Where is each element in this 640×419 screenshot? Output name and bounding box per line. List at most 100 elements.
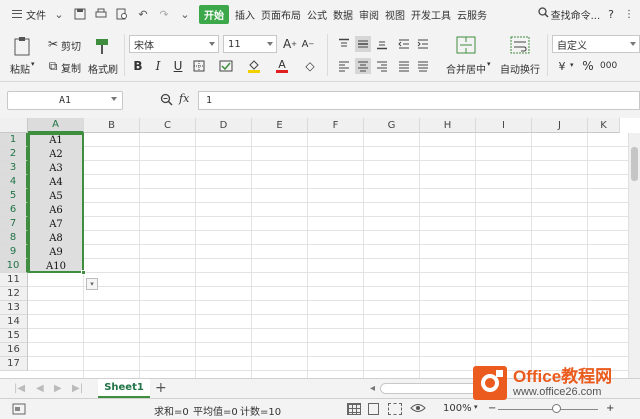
row-header-4[interactable]: 4 <box>0 175 28 189</box>
column-header-e[interactable]: E <box>252 118 308 133</box>
next-sheet-icon[interactable]: ▶ <box>54 383 62 394</box>
normal-view-icon[interactable] <box>347 403 361 415</box>
eye-protection-icon[interactable] <box>410 402 426 417</box>
tab-insert[interactable]: 插入 <box>235 7 255 22</box>
align-right-icon[interactable] <box>374 58 390 74</box>
paste-icon[interactable] <box>12 36 32 56</box>
zoom-slider-knob[interactable] <box>552 404 561 413</box>
zoom-level[interactable]: 100% <box>443 403 472 414</box>
cell-a5[interactable]: A5 <box>28 189 84 203</box>
cell-a6[interactable]: A6 <box>28 203 84 217</box>
zoom-out-button[interactable]: − <box>488 403 496 414</box>
file-menu[interactable]: 文件 <box>26 7 46 22</box>
tab-home[interactable]: 开始 <box>199 4 229 24</box>
scissors-icon[interactable]: ✂ <box>45 36 61 52</box>
zoom-icon[interactable] <box>160 93 173 109</box>
font-size-select[interactable]: 11 <box>223 35 277 53</box>
decrease-font-icon[interactable]: A − <box>300 36 316 52</box>
row-header-6[interactable]: 6 <box>0 203 28 217</box>
first-sheet-icon[interactable]: |◀ <box>14 383 25 394</box>
command-search[interactable]: 查找命令... <box>537 7 600 22</box>
column-header-k[interactable]: K <box>588 118 620 133</box>
menu-icon[interactable] <box>12 10 22 18</box>
tab-review[interactable]: 审阅 <box>359 7 379 22</box>
formula-input[interactable]: 1 <box>198 91 640 110</box>
cell-a8[interactable]: A8 <box>28 231 84 245</box>
conditional-icon[interactable] <box>218 58 234 74</box>
indent-increase-icon[interactable] <box>415 36 431 52</box>
cut-button[interactable]: 剪切 <box>61 38 81 53</box>
page-layout-view-icon[interactable] <box>368 403 379 415</box>
row-header-11[interactable]: 11 <box>0 273 28 287</box>
row-header-5[interactable]: 5 <box>0 189 28 203</box>
align-bottom-icon[interactable] <box>374 36 390 52</box>
name-box[interactable]: A1 <box>7 91 123 110</box>
chevron-down-icon[interactable]: ⌄ <box>52 7 66 21</box>
row-header-13[interactable]: 13 <box>0 301 28 315</box>
column-header-h[interactable]: H <box>420 118 476 133</box>
paste-button[interactable]: 粘贴 <box>10 61 30 76</box>
wrap-text-button[interactable]: 自动换行 <box>500 61 540 76</box>
print-icon[interactable] <box>94 7 108 21</box>
cell-a4[interactable]: A4 <box>28 175 84 189</box>
column-header-a[interactable]: A <box>28 118 84 133</box>
wrap-text-icon[interactable] <box>509 35 531 55</box>
increase-font-icon[interactable]: A + <box>282 36 298 52</box>
merge-center-button[interactable]: 合并居中 <box>446 61 486 76</box>
macro-icon[interactable] <box>12 403 26 418</box>
redo-icon[interactable]: ↷ <box>157 7 171 21</box>
format-painter-icon[interactable] <box>92 36 112 56</box>
fx-icon[interactable]: fx <box>179 92 189 105</box>
tab-formulas[interactable]: 公式 <box>307 7 327 22</box>
select-all-corner[interactable] <box>0 118 28 133</box>
copy-icon[interactable]: ⧉ <box>45 58 61 74</box>
row-header-7[interactable]: 7 <box>0 217 28 231</box>
paste-dropdown-icon[interactable]: ▾ <box>31 60 35 68</box>
bold-button[interactable]: B <box>130 58 146 74</box>
row-header-14[interactable]: 14 <box>0 315 28 329</box>
tab-data[interactable]: 数据 <box>333 7 353 22</box>
print-preview-icon[interactable] <box>115 7 129 21</box>
thousands-button[interactable]: 000 <box>600 61 617 71</box>
quick-access-more-icon[interactable]: ⌄ <box>178 7 192 21</box>
row-header-10[interactable]: 10 <box>0 259 28 273</box>
column-header-j[interactable]: J <box>532 118 588 133</box>
align-left-icon[interactable] <box>336 58 352 74</box>
tab-sheet1[interactable]: Sheet1 <box>98 379 150 398</box>
tab-developer[interactable]: 开发工具 <box>411 7 451 22</box>
row-header-9[interactable]: 9 <box>0 245 28 259</box>
font-name-select[interactable]: 宋体 <box>129 35 219 53</box>
zoom-slider[interactable] <box>498 409 598 410</box>
undo-icon[interactable]: ↶ <box>136 7 150 21</box>
horizontal-scrollbar[interactable] <box>380 383 480 394</box>
currency-icon[interactable]: ¥ <box>554 58 570 74</box>
tab-page-layout[interactable]: 页面布局 <box>261 7 301 22</box>
italic-button[interactable]: I <box>150 58 166 74</box>
fill-handle[interactable] <box>81 270 86 275</box>
chevron-down-icon[interactable]: ▾ <box>474 403 478 411</box>
save-icon[interactable] <box>73 7 87 21</box>
row-header-8[interactable]: 8 <box>0 231 28 245</box>
row-header-16[interactable]: 16 <box>0 343 28 357</box>
row-header-1[interactable]: 1 <box>0 133 28 147</box>
column-header-d[interactable]: D <box>196 118 252 133</box>
vertical-scrollbar[interactable] <box>628 133 640 378</box>
percent-button[interactable]: % <box>580 58 596 74</box>
row-header-17[interactable]: 17 <box>0 357 28 371</box>
align-center-icon[interactable] <box>355 58 371 74</box>
column-header-g[interactable]: G <box>364 118 420 133</box>
cell-a2[interactable]: A2 <box>28 147 84 161</box>
distributed-icon[interactable] <box>415 58 431 74</box>
row-header-12[interactable]: 12 <box>0 287 28 301</box>
auto-fill-options-button[interactable]: ▾ <box>86 278 98 290</box>
align-top-icon[interactable] <box>336 36 352 52</box>
clear-format-icon[interactable]: ◇ <box>302 58 318 74</box>
tab-cloud-service[interactable]: 云服务 <box>457 7 487 22</box>
add-sheet-button[interactable]: + <box>155 380 167 396</box>
indent-decrease-icon[interactable] <box>396 36 412 52</box>
vertical-scroll-thumb[interactable] <box>631 147 638 181</box>
cell-a10[interactable]: A10 <box>28 259 84 273</box>
cell-grid[interactable] <box>28 133 640 378</box>
help-icon[interactable]: ? <box>608 8 614 21</box>
cell-a9[interactable]: A9 <box>28 245 84 259</box>
